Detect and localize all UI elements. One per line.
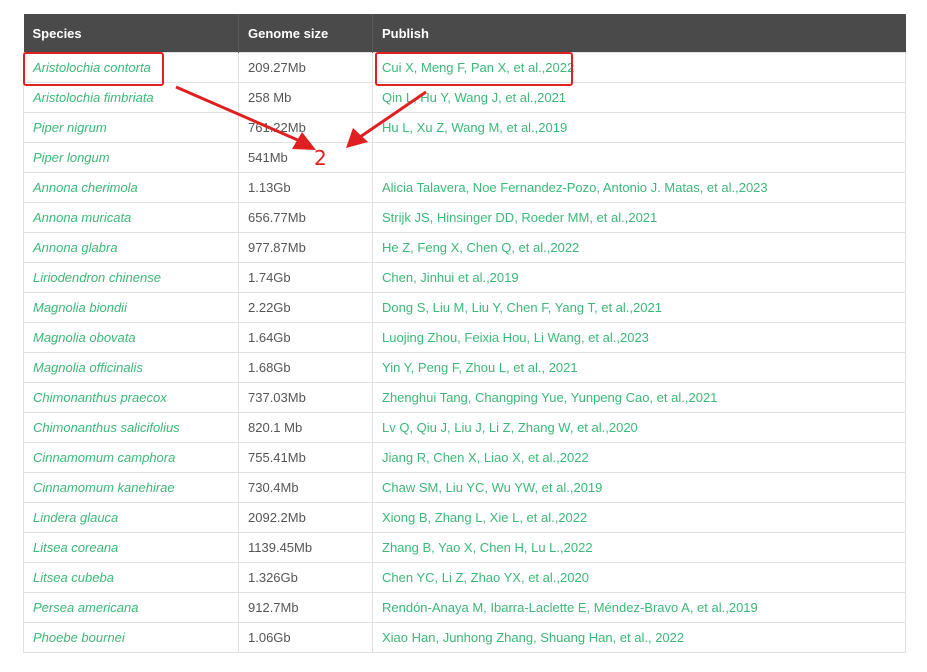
publish-link[interactable]: Zhang B, Yao X, Chen H, Lu L.,2022 (372, 532, 906, 563)
species-link[interactable]: Annona glabra (23, 232, 239, 263)
genome-size-cell: 2.22Gb (238, 292, 373, 323)
species-table: Species Genome size Publish Aristolochia… (23, 14, 906, 653)
publish-link[interactable]: Xiong B, Zhang L, Xie L, et al.,2022 (372, 502, 906, 533)
genome-size-cell: 977.87Mb (238, 232, 373, 263)
publish-link[interactable]: Strijk JS, Hinsinger DD, Roeder MM, et a… (372, 202, 906, 233)
table-header-row: Species Genome size Publish (23, 14, 906, 53)
species-link[interactable]: Litsea coreana (23, 532, 239, 563)
publish-link[interactable]: Hu L, Xu Z, Wang M, et al.,2019 (372, 112, 906, 143)
table-row: Annona muricata 656.77Mb Strijk JS, Hinsin… (23, 202, 906, 233)
publish-link[interactable]: Lv Q, Qiu J, Liu J, Li Z, Zhang W, et al… (372, 412, 906, 443)
table-row: Litsea cubeba 1.326Gb Chen YC, Li Z, Zhao … (23, 562, 906, 593)
species-link[interactable]: Piper longum (23, 142, 239, 173)
publish-link[interactable] (372, 142, 906, 173)
species-link[interactable]: Lindera glauca (23, 502, 239, 533)
species-link[interactable]: Cinnamomum kanehirae (23, 472, 239, 503)
species-link[interactable]: Persea americana (23, 592, 239, 623)
header-genome-size: Genome size (238, 14, 373, 53)
genome-size-cell: 656.77Mb (238, 202, 373, 233)
table-row: Piper nigrum 761.22Mb Hu L, Xu Z, Wang M, … (23, 112, 906, 143)
table-row: Chimonanthus praecox 737.03Mb Zhenghui Tan… (23, 382, 906, 413)
genome-size-cell: 1.64Gb (238, 322, 373, 353)
table-row: Aristolochia fimbriata 258 Mb Qin L, Hu Y,… (23, 82, 906, 113)
table-row: Cinnamomum kanehirae 730.4Mb Chaw SM, Liu … (23, 472, 906, 503)
species-link[interactable]: Annona muricata (23, 202, 239, 233)
publish-link[interactable]: Chen, Jinhui et al.,2019 (372, 262, 906, 293)
genome-size-cell: 1.74Gb (238, 262, 373, 293)
genome-size-cell: 541Mb (238, 142, 373, 173)
publish-link[interactable]: Xiao Han, Junhong Zhang, Shuang Han, et … (372, 622, 906, 653)
table-row: Cinnamomum camphora 755.41Mb Jiang R, Chen… (23, 442, 906, 473)
publish-link[interactable]: Chen YC, Li Z, Zhao YX, et al.,2020 (372, 562, 906, 593)
publish-link[interactable]: Alicia Talavera, Noe Fernandez-Pozo, Ant… (372, 172, 906, 203)
species-link[interactable]: Magnolia officinalis (23, 352, 239, 383)
header-publish: Publish (372, 14, 906, 53)
genome-size-cell: 1.06Gb (238, 622, 373, 653)
genome-size-cell: 1.68Gb (238, 352, 373, 383)
species-link[interactable]: Chimonanthus praecox (23, 382, 239, 413)
genome-size-cell: 2092.2Mb (238, 502, 373, 533)
page-panel: Species Genome size Publish Aristolochia… (0, 0, 927, 672)
genome-size-cell: 737.03Mb (238, 382, 373, 413)
table-row: Magnolia officinalis 1.68Gb Yin Y, Peng F,… (23, 352, 906, 383)
publish-link[interactable]: Cui X, Meng F, Pan X, et al.,2022 (372, 52, 906, 83)
species-link[interactable]: Litsea cubeba (23, 562, 239, 593)
table-row: Phoebe bournei 1.06Gb Xiao Han, Junhong Zh… (23, 622, 906, 653)
table-row: Annona cherimola 1.13Gb Alicia Talavera, N… (23, 172, 906, 203)
table-row: Persea americana 912.7Mb Rendón-Anaya M, I… (23, 592, 906, 623)
publish-link[interactable]: He Z, Feng X, Chen Q, et al.,2022 (372, 232, 906, 263)
table-row: Piper longum 541Mb (23, 142, 906, 173)
species-link[interactable]: Piper nigrum (23, 112, 239, 143)
species-link[interactable]: Annona cherimola (23, 172, 239, 203)
species-link[interactable]: Magnolia biondii (23, 292, 239, 323)
table-row: Magnolia obovata 1.64Gb Luojing Zhou, Feix… (23, 322, 906, 353)
table-row: Lindera glauca 2092.2Mb Xiong B, Zhang L, … (23, 502, 906, 533)
genome-size-cell: 1.13Gb (238, 172, 373, 203)
species-link[interactable]: Liriodendron chinense (23, 262, 239, 293)
species-link[interactable]: Aristolochia contorta (23, 52, 239, 83)
species-table-container: Species Genome size Publish Aristolochia… (23, 14, 906, 653)
table-row: Annona glabra 977.87Mb He Z, Feng X, Chen … (23, 232, 906, 263)
table-body: Aristolochia contorta 209.27Mb Cui X, Meng… (23, 52, 906, 653)
publish-link[interactable]: Chaw SM, Liu YC, Wu YW, et al.,2019 (372, 472, 906, 503)
header-species: Species (23, 14, 239, 53)
genome-size-cell: 730.4Mb (238, 472, 373, 503)
publish-link[interactable]: Jiang R, Chen X, Liao X, et al.,2022 (372, 442, 906, 473)
table-row: Litsea coreana 1139.45Mb Zhang B, Yao X, C… (23, 532, 906, 563)
species-link[interactable]: Cinnamomum camphora (23, 442, 239, 473)
species-link[interactable]: Chimonanthus salicifolius (23, 412, 239, 443)
genome-size-cell: 912.7Mb (238, 592, 373, 623)
publish-link[interactable]: Zhenghui Tang, Changping Yue, Yunpeng Ca… (372, 382, 906, 413)
genome-size-cell: 1139.45Mb (238, 532, 373, 563)
species-link[interactable]: Phoebe bournei (23, 622, 239, 653)
publish-link[interactable]: Dong S, Liu M, Liu Y, Chen F, Yang T, et… (372, 292, 906, 323)
genome-size-cell: 1.326Gb (238, 562, 373, 593)
table-row: Chimonanthus salicifolius 820.1 Mb Lv Q, Q… (23, 412, 906, 443)
publish-link[interactable]: Luojing Zhou, Feixia Hou, Li Wang, et al… (372, 322, 906, 353)
genome-size-cell: 761.22Mb (238, 112, 373, 143)
publish-link[interactable]: Qin L, Hu Y, Wang J, et al.,2021 (372, 82, 906, 113)
annotation-number-label: 2 (314, 146, 327, 170)
species-link[interactable]: Aristolochia fimbriata (23, 82, 239, 113)
genome-size-cell: 755.41Mb (238, 442, 373, 473)
table-row: Magnolia biondii 2.22Gb Dong S, Liu M, Liu… (23, 292, 906, 323)
genome-size-cell: 258 Mb (238, 82, 373, 113)
genome-size-cell: 209.27Mb (238, 52, 373, 83)
publish-link[interactable]: Yin Y, Peng F, Zhou L, et al., 2021 (372, 352, 906, 383)
table-row: Aristolochia contorta 209.27Mb Cui X, Meng… (23, 52, 906, 83)
publish-link[interactable]: Rendón-Anaya M, Ibarra-Laclette E, Ménde… (372, 592, 906, 623)
species-link[interactable]: Magnolia obovata (23, 322, 239, 353)
genome-size-cell: 820.1 Mb (238, 412, 373, 443)
table-row: Liriodendron chinense 1.74Gb Chen, Jinhui … (23, 262, 906, 293)
